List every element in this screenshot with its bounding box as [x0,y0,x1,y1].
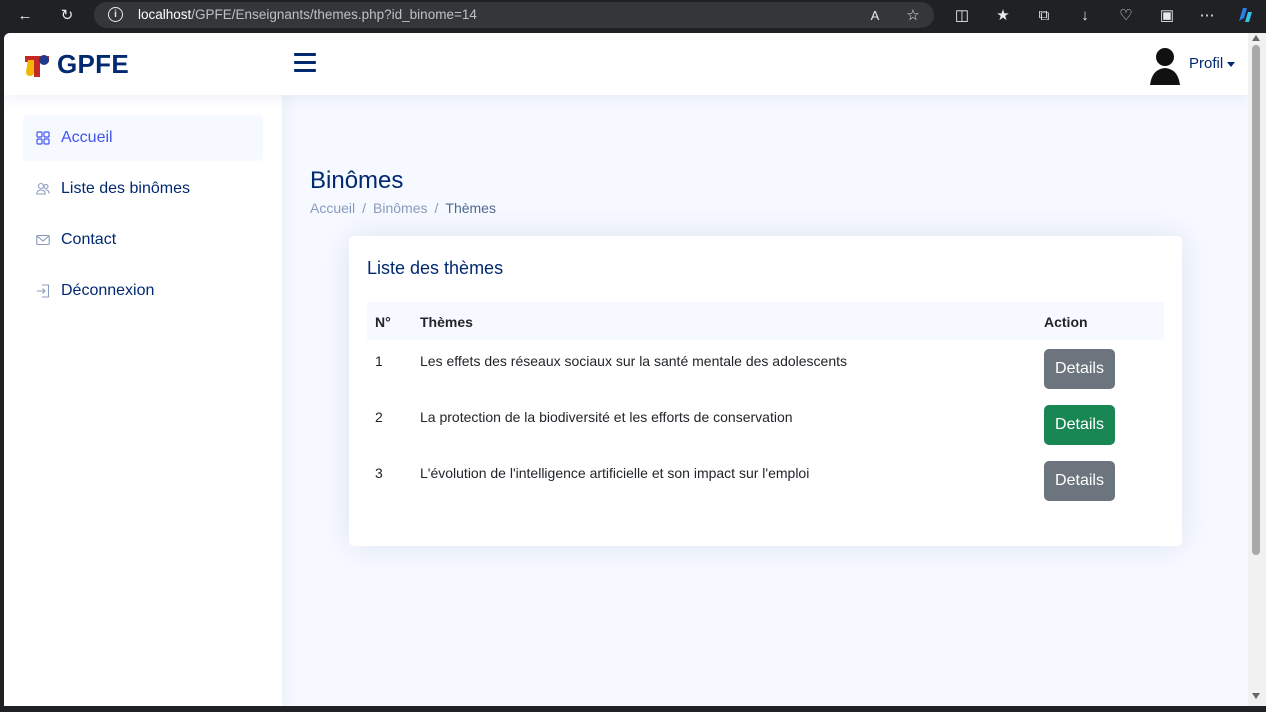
column-header-themes: Thèmes [420,314,473,330]
envelope-icon [36,234,50,246]
breadcrumb-current: Thèmes [445,200,496,216]
row-theme: Les effets des réseaux sociaux sur la sa… [420,353,847,369]
breadcrumb-accueil[interactable]: Accueil [310,200,355,216]
page-title: Binômes [310,167,404,194]
more-options-icon[interactable]: ⋯ [1196,4,1218,26]
downloads-icon[interactable]: ↓ [1074,4,1096,26]
sidebar-item-label: Accueil [61,129,113,146]
favorite-star-icon[interactable]: ☆ [902,4,924,26]
sidebar-item-accueil[interactable]: Accueil [23,115,263,161]
collections-icon[interactable]: ⧉ [1033,4,1055,26]
refresh-icon[interactable]: ↻ [56,4,78,26]
row-number: 3 [375,465,383,481]
row-number: 1 [375,353,383,369]
brand-name[interactable]: GPFE [57,49,129,80]
details-button[interactable]: Details [1044,461,1115,501]
scroll-up-arrow-icon[interactable] [1252,35,1260,41]
table-header: N° Thèmes Action [367,302,1164,340]
browser-toolbar: ← ↻ i localhost/GPFE/Enseignants/themes.… [0,0,1266,31]
top-header: GPFE Profil [4,33,1248,95]
split-screen-icon[interactable]: ◫ [951,4,973,26]
back-arrow-icon[interactable]: ← [14,4,36,26]
sidebar-item-contact[interactable]: Contact [23,217,263,263]
copilot-icon[interactable] [1234,4,1256,26]
page-viewport: GPFE Profil Accueil Liste des binômes Co… [4,33,1248,706]
health-icon[interactable]: ♡ [1115,4,1137,26]
column-header-action: Action [1044,314,1088,330]
details-button[interactable]: Details [1044,349,1115,389]
people-icon [36,182,50,195]
page-scrollbar[interactable] [1248,33,1266,706]
scroll-thumb[interactable] [1252,45,1260,555]
profile-avatar[interactable] [1148,45,1182,85]
grid-icon [36,131,50,145]
box-arrow-in-right-icon [37,284,50,298]
breadcrumb: Accueil / Binômes / Thèmes [310,200,496,216]
card-title: Liste des thèmes [367,258,504,278]
scroll-down-arrow-icon[interactable] [1252,693,1260,699]
sidebar-item-label: Contact [61,231,117,248]
address-bar[interactable]: i localhost/GPFE/Enseignants/themes.php?… [94,2,934,28]
themes-card: Liste des thèmes N° Thèmes Action 1 Les … [349,236,1182,546]
breadcrumb-binomes[interactable]: Binômes [373,200,427,216]
row-theme: L'évolution de l'intelligence artificiel… [420,465,810,481]
profile-dropdown[interactable]: Profil [1189,55,1236,72]
gpfe-logo-icon[interactable] [22,50,52,80]
details-button[interactable]: Details [1044,405,1115,445]
sidebar: Accueil Liste des binômes Contact Déconn… [4,95,282,706]
read-aloud-icon[interactable]: A [864,4,886,26]
column-header-num: N° [375,314,391,330]
toggle-sidebar-icon[interactable] [294,53,316,72]
url-text[interactable]: localhost/GPFE/Enseignants/themes.php?id… [138,7,477,22]
row-number: 2 [375,409,383,425]
favorites-icon[interactable]: ★ [992,4,1014,26]
sidebar-item-deconnexion[interactable]: Déconnexion [23,268,263,314]
site-info-icon[interactable]: i [108,7,123,22]
sidebar-item-liste-binomes[interactable]: Liste des binômes [23,166,263,212]
row-theme: La protection de la biodiversité et les … [420,409,793,425]
sidebar-item-label: Liste des binômes [61,180,190,197]
sidebar-item-label: Déconnexion [61,282,155,299]
screenshot-icon[interactable]: ▣ [1156,4,1178,26]
caret-down-icon [1227,61,1236,67]
